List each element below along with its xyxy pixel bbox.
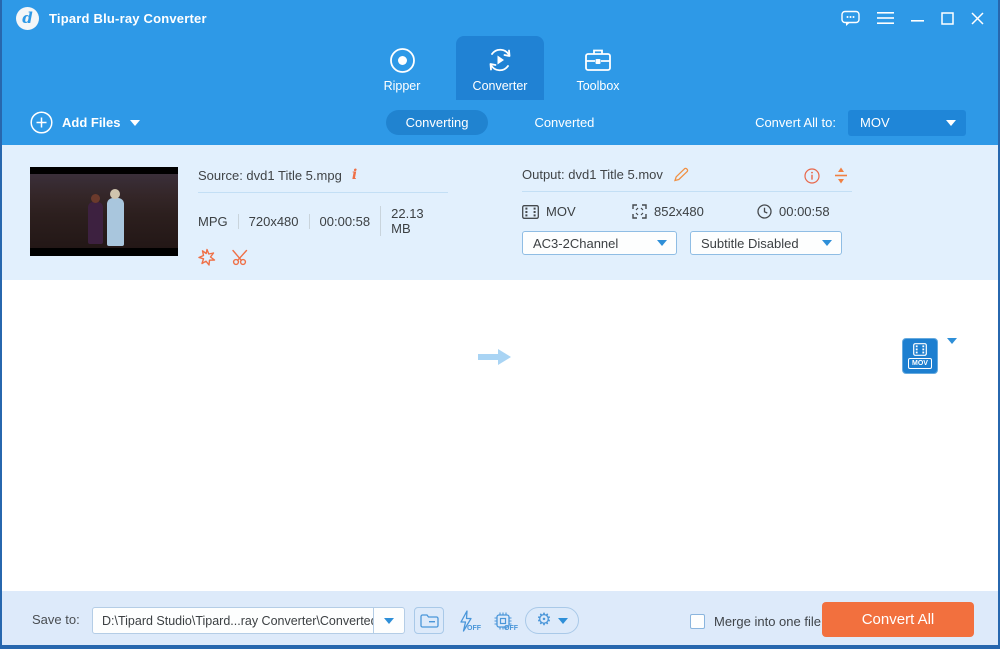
file-row[interactable]: Source: dvd1 Title 5.mpg i MPG 720x480 0… (2, 145, 998, 374)
output-duration: 00:00:58 (779, 204, 830, 219)
settings-button[interactable]: ⚙ (525, 607, 579, 634)
output-format-control: MOV (902, 338, 957, 374)
merge-label: Merge into one file (714, 614, 821, 629)
meta-duration: 00:00:58 (308, 213, 381, 229)
audio-track-value: AC3-2Channel (533, 235, 619, 251)
tab-ripper-label: Ripper (383, 79, 421, 93)
cut-scissors-icon[interactable] (232, 249, 251, 266)
source-label: Source: dvd1 Title 5.mpg (198, 167, 342, 183)
divider (522, 191, 852, 192)
film-badge-icon (913, 343, 927, 356)
gpu-off-badge: OFF (504, 625, 518, 632)
chevron-down-icon (557, 617, 568, 624)
convert-all-to-label: Convert All to: (755, 115, 836, 130)
merge-option: Merge into one file (690, 614, 821, 629)
compress-icon[interactable] (834, 167, 848, 184)
menu-icon[interactable] (877, 11, 894, 25)
source-panel: Source: dvd1 Title 5.mpg i MPG 720x480 0… (198, 167, 448, 266)
high-speed-toggle[interactable]: OFF (451, 607, 481, 634)
gear-icon: ⚙ (536, 610, 552, 630)
film-icon (522, 204, 539, 219)
divider (198, 192, 448, 193)
format-chevron-icon[interactable] (947, 338, 957, 344)
open-folder-button[interactable] (414, 607, 444, 634)
minimize-icon[interactable] (911, 12, 924, 25)
save-path-field[interactable]: D:\Tipard Studio\Tipard...ray Converter\… (92, 607, 405, 634)
app-logo-icon: d (16, 6, 39, 30)
tab-toolbox-label: Toolbox (576, 79, 620, 93)
close-icon[interactable] (971, 11, 984, 25)
clock-icon (757, 204, 772, 219)
arrow-right-icon (478, 348, 512, 371)
tab-converter[interactable]: Converter (456, 36, 544, 100)
tab-converting[interactable]: Converting (385, 110, 489, 135)
toolbox-icon (584, 45, 612, 75)
effect-star-icon[interactable] (198, 248, 216, 266)
file-list-empty-area (2, 280, 998, 591)
folder-icon (419, 614, 439, 628)
output-badge-label: MOV (908, 358, 932, 369)
source-meta: MPG 720x480 00:00:58 22.13 MB (198, 206, 448, 236)
main-tabs: Ripper Converter Toolbox (2, 36, 998, 100)
chevron-down-icon (657, 240, 667, 246)
meta-format: MPG (198, 213, 228, 229)
app-title: Tipard Blu-ray Converter (49, 10, 207, 26)
meta-resolution: 720x480 (237, 213, 309, 229)
app-window: d Tipard Blu-ray Converter Ripper Conver… (0, 0, 1000, 649)
save-path-dropdown[interactable] (373, 608, 404, 633)
converter-icon (485, 45, 515, 75)
rename-pencil-icon[interactable] (673, 167, 690, 182)
gpu-accel-toggle[interactable]: OFF (488, 607, 518, 634)
speed-off-badge: OFF (467, 625, 481, 632)
tab-toolbox[interactable]: Toolbox (554, 36, 642, 100)
output-format: MOV (546, 204, 576, 219)
output-label: Output: dvd1 Title 5.mov (522, 167, 663, 182)
tab-converted[interactable]: Converted (514, 110, 614, 135)
convert-all-to-select[interactable]: MOV (848, 109, 966, 136)
subtitle-value: Subtitle Disabled (701, 235, 799, 251)
convert-all-button[interactable]: Convert All (822, 602, 974, 637)
tab-ripper[interactable]: Ripper (358, 36, 446, 100)
header: d Tipard Blu-ray Converter Ripper Conver… (2, 0, 998, 145)
video-thumbnail (30, 167, 178, 256)
audio-track-select[interactable]: AC3-2Channel (522, 231, 677, 255)
toolbar: Add Files Converting Converted Convert A… (2, 100, 998, 145)
window-controls (841, 0, 984, 36)
feedback-icon[interactable] (841, 10, 860, 27)
subtitle-select[interactable]: Subtitle Disabled (690, 231, 842, 255)
output-format-button[interactable]: MOV (902, 338, 938, 374)
ripper-icon (389, 45, 416, 75)
maximize-icon[interactable] (941, 11, 954, 25)
chevron-down-icon (384, 617, 394, 624)
chevron-down-icon (822, 240, 832, 246)
output-resolution: 852x480 (654, 204, 704, 219)
chevron-down-icon (946, 119, 956, 126)
merge-checkbox[interactable] (690, 614, 705, 629)
convert-all-to-value: MOV (860, 115, 890, 130)
convert-all-to: Convert All to: MOV (755, 109, 966, 136)
tab-converter-label: Converter (472, 79, 528, 93)
titlebar: d Tipard Blu-ray Converter (2, 0, 998, 36)
meta-size: 22.13 MB (380, 206, 448, 236)
save-to-label: Save to: (32, 612, 80, 627)
output-info-icon[interactable] (804, 167, 820, 184)
source-info-icon[interactable]: i (352, 167, 357, 183)
output-panel: Output: dvd1 Title 5.mov MOV 852x480 00:… (522, 167, 852, 255)
save-path-value: D:\Tipard Studio\Tipard...ray Converter\… (102, 613, 373, 628)
resolution-icon (632, 204, 647, 219)
bottom-bar: Save to: D:\Tipard Studio\Tipard...ray C… (2, 591, 998, 645)
